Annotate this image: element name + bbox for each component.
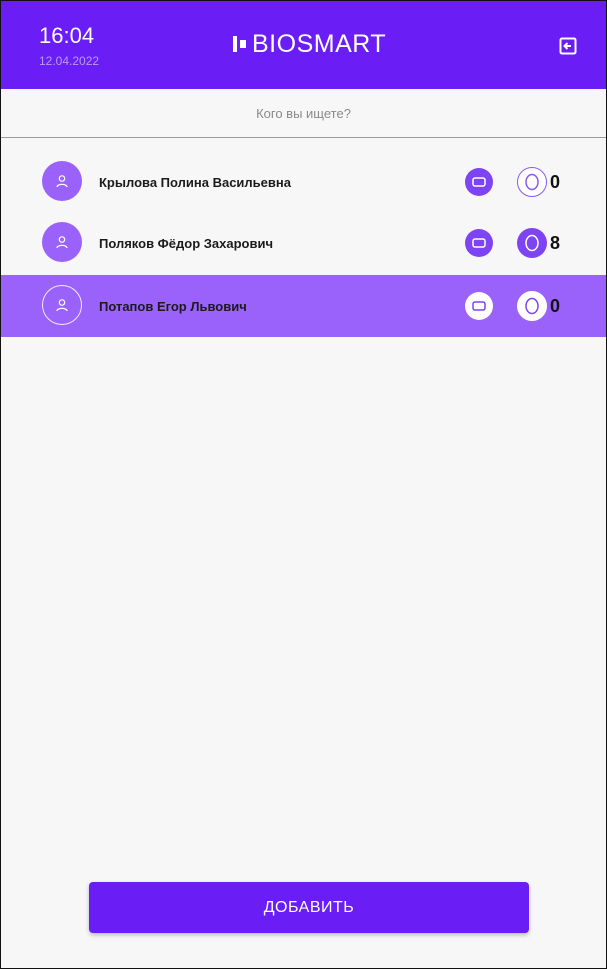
user-row[interactable]: Поляков Фёдор Захарович 8 [1, 212, 606, 274]
clock: 16:04 [39, 23, 95, 48]
app-frame: 16:04 12.04.2022 BIOSMART Кого вы ищете?… [0, 0, 607, 969]
user-row[interactable]: Крылова Полина Васильевна 0 [1, 151, 606, 213]
face-button[interactable] [517, 228, 547, 258]
avatar [42, 222, 82, 262]
face-count: 0 [550, 295, 561, 316]
user-icon [56, 299, 68, 312]
logo-mark-icon [233, 36, 246, 52]
card-icon [472, 301, 486, 311]
user-row-selected[interactable]: Потапов Егор Львович 0 [1, 275, 606, 337]
logo-text: BIOSMART [252, 29, 387, 58]
face-button[interactable] [517, 167, 547, 197]
face-icon [525, 234, 539, 252]
face-icon [525, 297, 539, 315]
exit-icon [559, 37, 577, 55]
avatar [42, 161, 82, 201]
header-bar: 16:04 12.04.2022 BIOSMART [1, 1, 606, 89]
user-icon [56, 175, 68, 188]
search-placeholder: Кого вы ищете? [256, 105, 351, 121]
user-name: Поляков Фёдор Захарович [99, 235, 274, 251]
card-button[interactable] [465, 168, 493, 196]
add-button[interactable]: ДОБАВИТЬ [89, 882, 529, 933]
user-name: Крылова Полина Васильевна [99, 174, 291, 190]
exit-button[interactable] [559, 37, 577, 55]
face-count: 8 [550, 232, 561, 253]
date: 12.04.2022 [39, 54, 100, 68]
card-button[interactable] [465, 292, 493, 320]
brand-logo: BIOSMART [233, 30, 386, 58]
add-button-label: ДОБАВИТЬ [263, 898, 355, 916]
user-icon [56, 236, 68, 249]
search-input[interactable]: Кого вы ищете? [1, 89, 606, 138]
face-icon [525, 173, 539, 191]
face-count: 0 [550, 171, 561, 192]
user-name: Потапов Егор Львович [99, 298, 247, 314]
avatar [42, 285, 82, 325]
card-button[interactable] [465, 229, 493, 257]
card-icon [472, 177, 486, 187]
face-button[interactable] [517, 291, 547, 321]
card-icon [472, 238, 486, 248]
